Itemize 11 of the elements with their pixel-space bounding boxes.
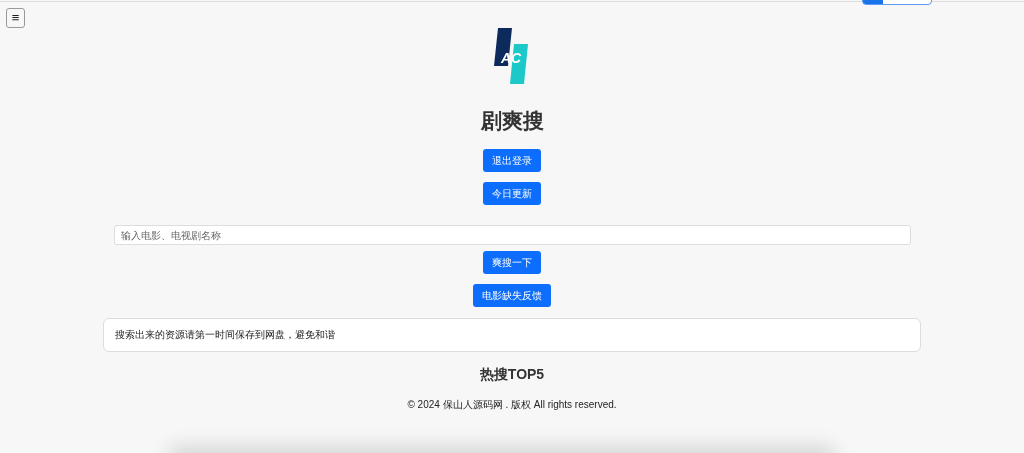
action-button[interactable]: 今日更新 — [483, 182, 541, 205]
action-button[interactable]: 爽搜一下 — [483, 251, 541, 274]
action-button[interactable]: 电影缺失反馈 — [473, 284, 551, 307]
action-button[interactable]: 退出登录 — [483, 149, 541, 172]
footer-text: © 2024 保山人源码网 . 版权 All rights reserved. — [407, 398, 617, 412]
menu-button[interactable]: ≡ — [6, 8, 25, 28]
page-title: 剧爽搜 — [480, 108, 544, 134]
section-title: 热搜TOP5 — [479, 366, 545, 382]
notice-text: 搜索出来的资源请第一时间保存到网盘，避免和谐 — [115, 328, 335, 342]
search-field[interactable]: 输入电影、电视剧名称 — [113, 225, 911, 245]
logo-text: AC — [500, 50, 522, 66]
